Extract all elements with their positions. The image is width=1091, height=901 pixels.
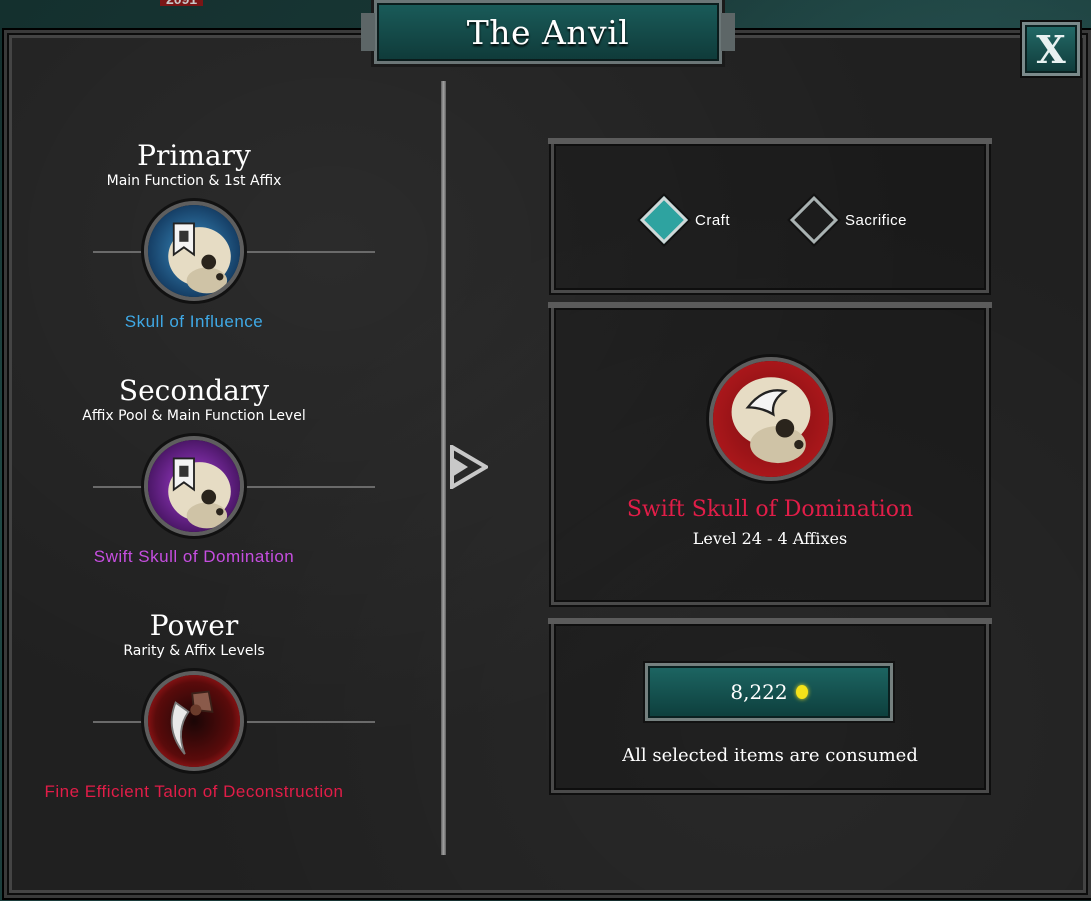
window-title: The Anvil bbox=[466, 12, 630, 52]
power-slot-orb[interactable] bbox=[144, 671, 244, 771]
secondary-slot-orb[interactable] bbox=[144, 436, 244, 536]
craft-radio[interactable]: Craft bbox=[639, 195, 731, 245]
play-arrow-icon bbox=[450, 445, 488, 489]
primary-slot-header: Primary Main Function & 1st Affix bbox=[44, 139, 344, 190]
secondary-item-name: Swift Skull of Domination bbox=[93, 547, 295, 566]
primary-item-name: Skull of Influence bbox=[124, 312, 264, 331]
primary-title: Primary bbox=[137, 139, 251, 172]
talon-icon bbox=[148, 675, 240, 767]
close-icon: X bbox=[1036, 26, 1066, 72]
secondary-subtitle: Affix Pool & Main Function Level bbox=[82, 408, 306, 424]
craft-cost-button[interactable]: 8,222 bbox=[645, 663, 893, 721]
craft-label: Craft bbox=[695, 211, 731, 229]
secondary-slot-header: Secondary Affix Pool & Main Function Lev… bbox=[44, 374, 344, 425]
power-item-name: Fine Efficient Talon of Deconstruction bbox=[44, 782, 344, 801]
center-divider bbox=[441, 81, 446, 855]
cost-value: 8,222 bbox=[730, 680, 788, 704]
power-slot-header: Power Rarity & Affix Levels bbox=[44, 609, 344, 660]
skull-wing-icon bbox=[713, 361, 829, 477]
result-item-orb[interactable] bbox=[709, 357, 833, 481]
sacrifice-label: Sacrifice bbox=[845, 211, 908, 229]
title-plate: The Anvil bbox=[361, 0, 735, 64]
hud-value: 2091 bbox=[160, 0, 204, 6]
secondary-title: Secondary bbox=[118, 374, 270, 407]
diamond-unselected-icon bbox=[789, 195, 839, 245]
result-item-meta: Level 24 - 4 Affixes bbox=[692, 529, 848, 548]
diamond-selected-icon bbox=[639, 195, 689, 245]
anvil-window: Primary Main Function & 1st Affix Skull … bbox=[4, 30, 1091, 898]
power-title: Power bbox=[149, 609, 239, 642]
mode-panel bbox=[548, 138, 992, 293]
sacrifice-radio[interactable]: Sacrifice bbox=[789, 195, 908, 245]
primary-subtitle: Main Function & 1st Affix bbox=[106, 173, 282, 189]
consume-note: All selected items are consumed bbox=[622, 745, 918, 766]
close-button[interactable]: X bbox=[1022, 22, 1080, 76]
gold-coin-icon bbox=[795, 685, 808, 699]
result-item-name: Swift Skull of Domination bbox=[626, 497, 914, 522]
skull-banner-icon bbox=[148, 440, 240, 532]
power-subtitle: Rarity & Affix Levels bbox=[123, 643, 265, 659]
skull-banner-icon bbox=[148, 205, 240, 297]
primary-slot-orb[interactable] bbox=[144, 201, 244, 301]
